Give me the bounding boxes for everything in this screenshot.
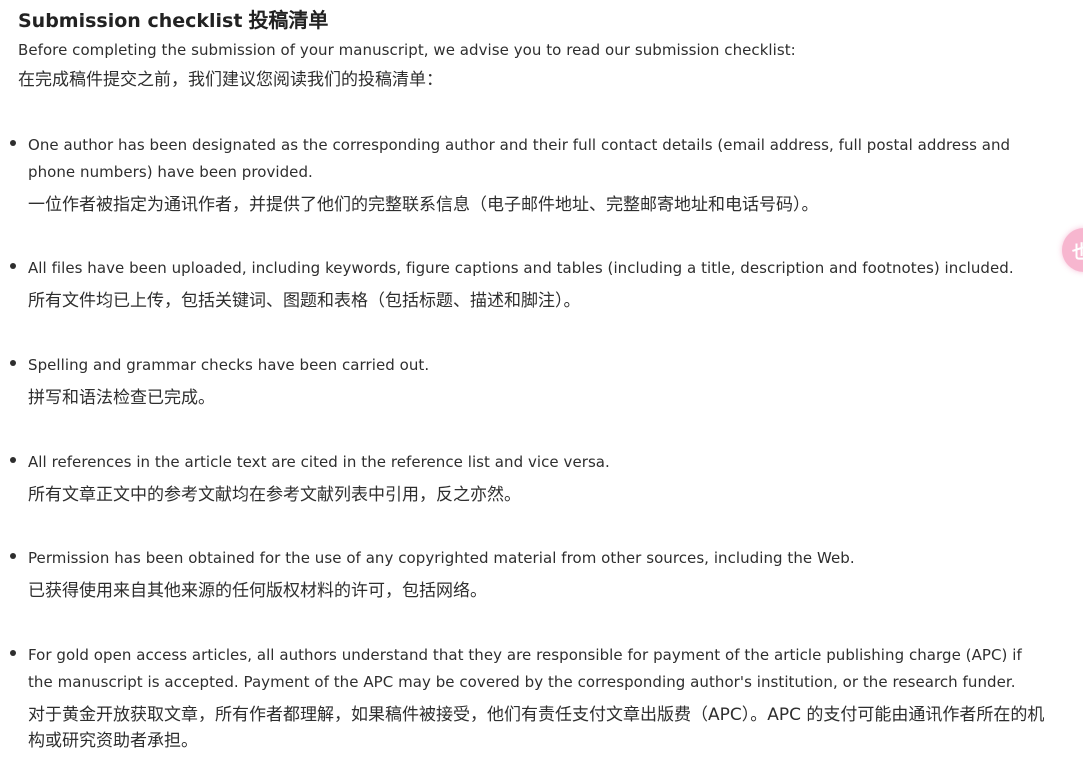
intro-text-zh: 在完成稿件提交之前，我们建议您阅读我们的投稿清单： [18,70,443,90]
checklist-section: Submission checklist 投稿清单 Before completi… [18,6,1065,92]
checklist-item-en: For gold open access articles, all autho… [28,646,1022,691]
checklist-item-en: One author has been designated as the co… [28,136,1011,181]
checklist-item: All files have been uploaded, including … [10,255,1045,314]
checklist-item: Spelling and grammar checks have been ca… [10,352,1045,411]
checklist-item: One author has been designated as the co… [10,132,1045,218]
page-title: Submission checklist 投稿清单 [18,6,1065,35]
checklist-item-zh: 对于黄金开放获取文章，所有作者都理解，如果稿件被接受，他们有责任支付文章出版费（… [28,705,1045,751]
bullet-icon [10,457,16,463]
bullet-icon [10,263,16,269]
page-title-zh: 投稿清单 [248,8,329,32]
checklist-item-en: All references in the article text are c… [28,453,610,471]
checklist-item-en: Spelling and grammar checks have been ca… [28,356,430,374]
floating-assistant-icon: 也 [1072,242,1083,263]
checklist-item-en: All files have been uploaded, including … [28,259,1014,277]
checklist-item-zh: 所有文件均已上传，包括关键词、图题和表格（包括标题、描述和脚注）。 [28,291,581,311]
checklist-item: All references in the article text are c… [10,449,1045,508]
floating-assistant-button[interactable]: 也 [1062,228,1083,272]
checklist-item-zh: 所有文章正文中的参考文献均在参考文献列表中引用，反之亦然。 [28,485,521,505]
page-title-en: Submission checklist [18,10,243,32]
intro-text-en: Before completing the submission of your… [18,41,796,59]
bullet-icon [10,360,16,366]
checklist-item: Permission has been obtained for the use… [10,545,1045,604]
checklist-item: For gold open access articles, all autho… [10,642,1045,754]
checklist-item-zh: 一位作者被指定为通讯作者，并提供了他们的完整联系信息（电子邮件地址、完整邮寄地址… [28,195,819,215]
checklist-item-zh: 已获得使用来自其他来源的任何版权材料的许可，包括网络。 [28,581,487,601]
bullet-icon [10,140,16,146]
bullet-icon [10,650,16,656]
checklist-item-en: Permission has been obtained for the use… [28,549,855,567]
bullet-icon [10,553,16,559]
checklist-item-zh: 拼写和语法检查已完成。 [28,388,215,408]
